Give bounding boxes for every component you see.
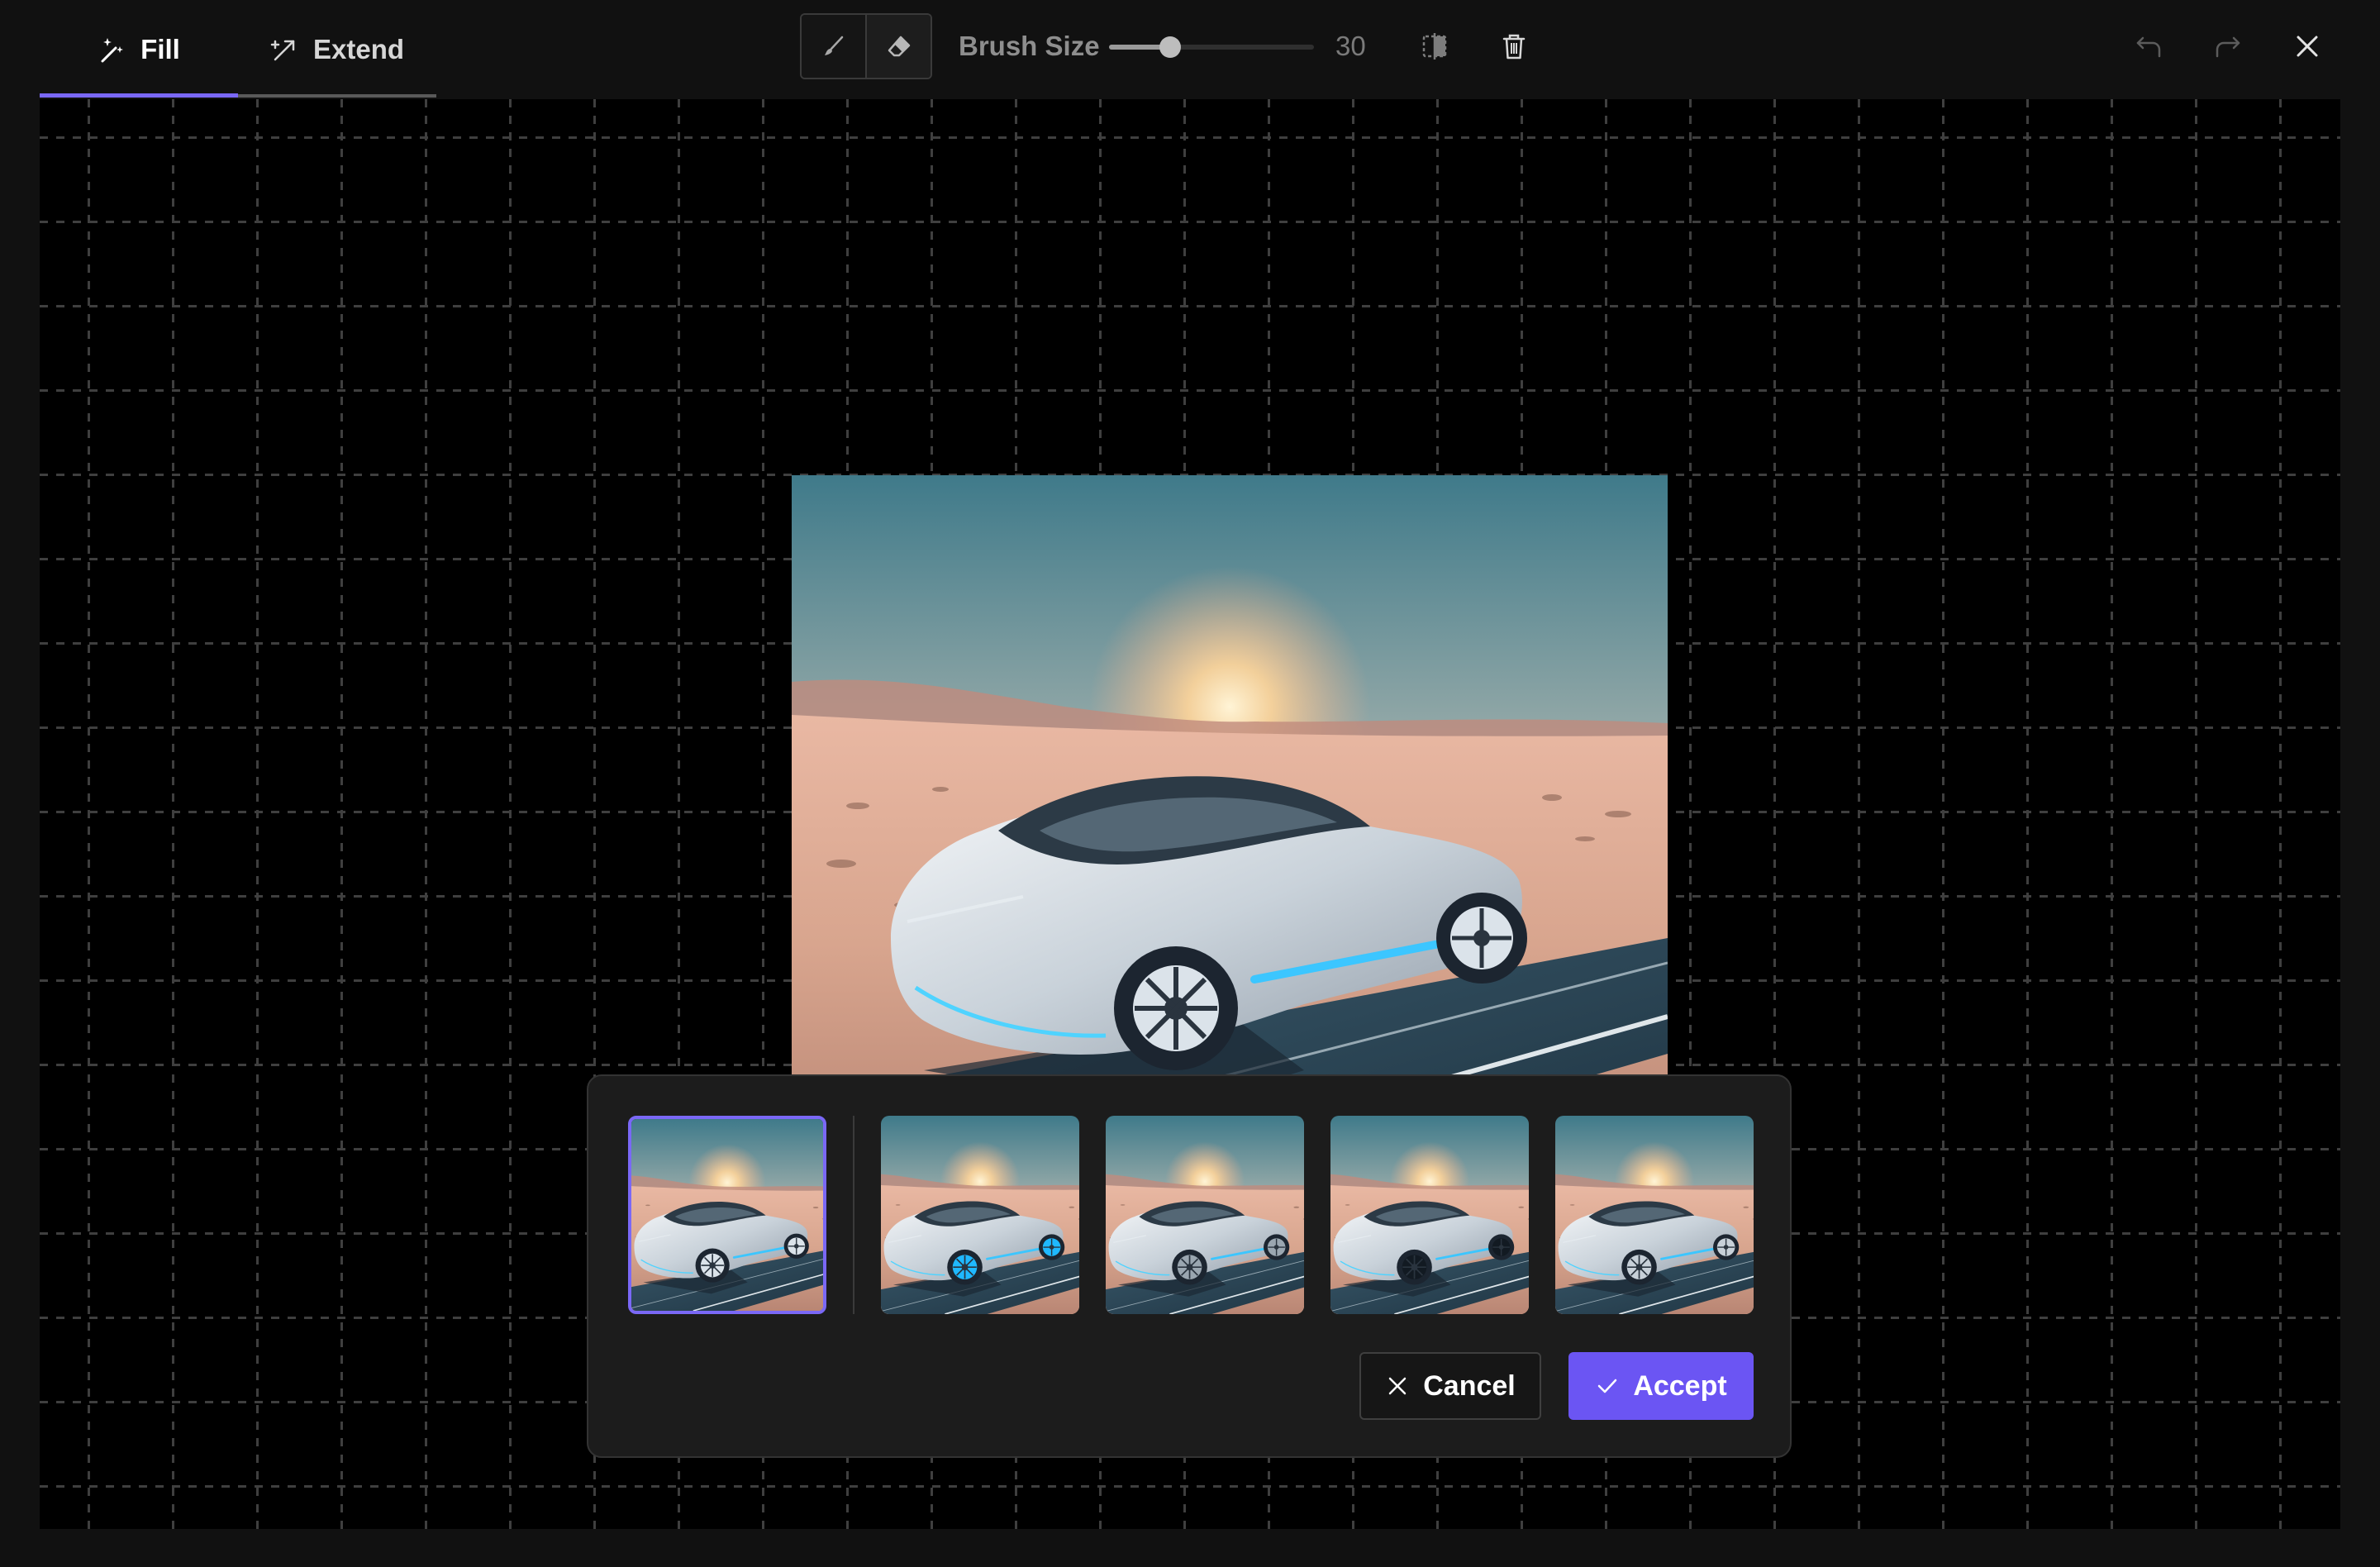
clear-mask-button[interactable] [1491, 23, 1537, 69]
variation-image [881, 1116, 1079, 1314]
brush-size-label: Brush Size [959, 31, 1100, 61]
variation-image [1555, 1116, 1754, 1314]
compare-button[interactable] [1411, 23, 1458, 69]
variation-thumbnail-4[interactable] [1330, 1116, 1529, 1314]
compare-icon [1422, 33, 1447, 60]
redo-button[interactable] [2205, 23, 2251, 69]
tab-extend[interactable]: Extend [238, 0, 436, 99]
brush-tool-button[interactable] [802, 15, 867, 78]
variation-thumbnail-2[interactable] [881, 1116, 1079, 1314]
tab-extend-label: Extend [312, 34, 405, 64]
editor-app: Fill Extend Brush Size 30 Cancel Accept [0, 0, 2380, 1567]
cancel-button[interactable]: Cancel [1359, 1352, 1541, 1420]
redo-icon [2216, 36, 2240, 58]
thumbnail-divider [853, 1116, 854, 1314]
main-image[interactable] [792, 475, 1668, 1174]
brush-tool-group [800, 13, 932, 79]
tab-fill-label: Fill [140, 34, 180, 64]
expand-arrow-icon [270, 40, 295, 61]
variations-panel: Cancel Accept [587, 1074, 1792, 1458]
accept-label: Accept [1633, 1369, 1727, 1402]
toolbar: Fill Extend Brush Size 30 [0, 0, 2380, 99]
accept-button[interactable]: Accept [1568, 1352, 1754, 1420]
sparkle-wand-icon [101, 38, 124, 63]
close-button[interactable] [2284, 23, 2330, 69]
eraser-tool-button[interactable] [867, 15, 931, 78]
variation-image [1330, 1116, 1529, 1314]
variation-thumbnail-3[interactable] [1106, 1116, 1304, 1314]
trash-icon [1502, 34, 1526, 60]
variation-image [1106, 1116, 1304, 1314]
brush-icon [824, 36, 843, 55]
active-tab-indicator [40, 93, 238, 98]
undo-button[interactable] [2125, 23, 2172, 69]
check-icon [1598, 1379, 1617, 1393]
eraser-icon [888, 36, 910, 57]
brush-size-slider[interactable] [1109, 36, 1314, 58]
slider-thumb[interactable] [1159, 36, 1182, 58]
undo-icon [2136, 36, 2161, 58]
brush-size-value: 30 [1335, 31, 1366, 61]
tab-fill[interactable]: Fill [40, 0, 238, 99]
variation-image [631, 1119, 823, 1311]
car-scene-image [792, 475, 1668, 1174]
cancel-label: Cancel [1423, 1369, 1516, 1402]
variation-thumbnail-1[interactable] [628, 1116, 826, 1314]
close-icon [1389, 1377, 1407, 1395]
variation-thumbnail-5[interactable] [1555, 1116, 1754, 1314]
close-icon [2297, 36, 2318, 57]
